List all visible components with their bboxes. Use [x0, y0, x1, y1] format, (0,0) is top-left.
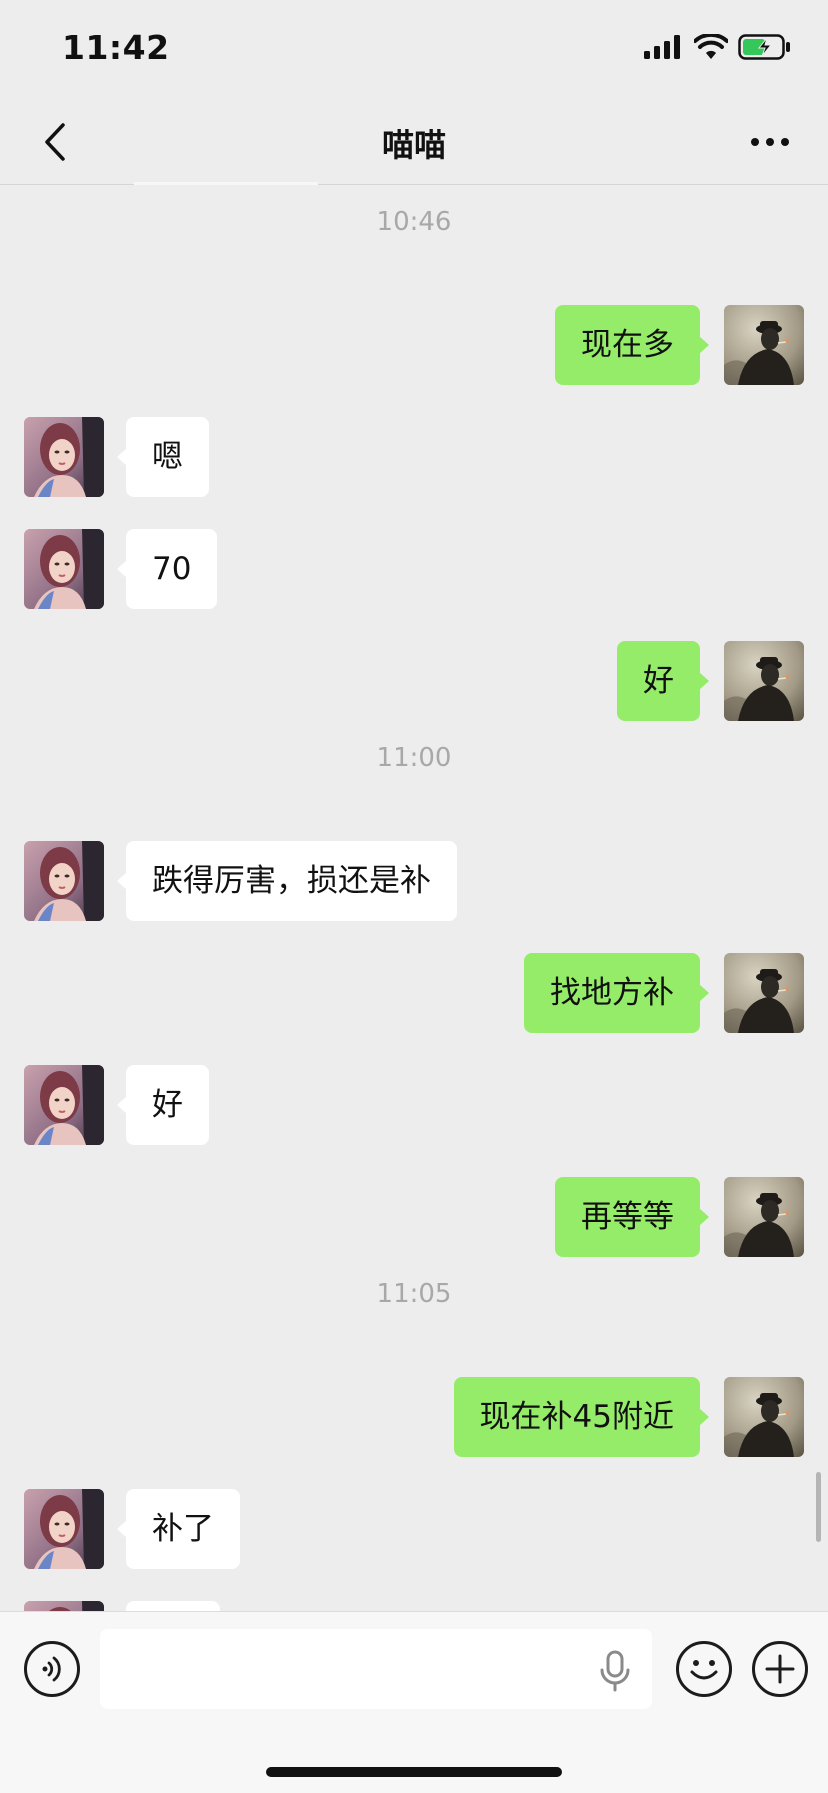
message-bubble[interactable]: 再等等 [555, 1177, 709, 1257]
ellipsis-icon [751, 138, 789, 146]
avatar-self[interactable] [724, 641, 804, 721]
home-indicator [266, 1767, 562, 1777]
avatar-contact[interactable] [24, 529, 104, 609]
message-outgoing: 再等等 [0, 1177, 828, 1257]
message-outgoing: 现在补45附近 [0, 1377, 828, 1457]
signal-icon [644, 35, 684, 63]
message-bubble[interactable] [126, 1601, 220, 1611]
wifi-icon [693, 32, 729, 64]
input-bar [0, 1611, 828, 1793]
avatar-contact[interactable] [24, 1601, 104, 1611]
message-bubble[interactable]: 嗯 [117, 417, 209, 497]
message-outgoing: 好 [0, 641, 828, 721]
message-bubble[interactable]: 好 [617, 641, 709, 721]
timestamp: 10:46 [376, 207, 452, 237]
message-bubble[interactable]: 补了 [117, 1489, 240, 1569]
battery-icon [738, 34, 792, 64]
status-bar: 11:42 [0, 0, 828, 100]
message-bubble[interactable]: 70 [116, 529, 218, 609]
microphone-icon[interactable] [598, 1650, 632, 1692]
avatar-self[interactable] [724, 953, 804, 1033]
avatar-contact[interactable] [24, 1489, 104, 1569]
voice-icon [42, 1656, 61, 1682]
avatar-self[interactable] [724, 1377, 804, 1457]
message-bubble[interactable]: 现在补45附近 [453, 1377, 710, 1457]
status-time: 11:42 [62, 28, 170, 67]
message-incoming-partial [0, 1601, 828, 1611]
chat-title: 喵喵 [381, 126, 446, 164]
chat-area[interactable]: 10:46 现在多 嗯 70 好 11:00 跌得厉害，损还是补 找地方补 好 … [0, 185, 828, 1611]
avatar-self[interactable] [724, 305, 804, 385]
more-button[interactable] [740, 114, 800, 170]
message-input[interactable] [100, 1629, 652, 1709]
message-incoming: 70 [0, 529, 828, 609]
message-bubble[interactable]: 跌得厉害，损还是补 [117, 841, 457, 921]
message-bubble[interactable]: 现在多 [555, 305, 709, 385]
message-outgoing: 现在多 [0, 305, 828, 385]
avatar-contact[interactable] [24, 417, 104, 497]
message-bubble[interactable]: 找地方补 [524, 953, 709, 1033]
plus-icon [765, 1654, 795, 1684]
message-incoming: 跌得厉害，损还是补 [0, 841, 828, 921]
avatar-contact[interactable] [24, 1065, 104, 1145]
status-icons [644, 32, 792, 64]
timestamp: 11:05 [376, 1279, 452, 1309]
message-outgoing: 找地方补 [0, 953, 828, 1033]
message-incoming: 好 [0, 1065, 828, 1145]
scrollbar[interactable] [816, 1472, 821, 1542]
message-incoming: 嗯 [0, 417, 828, 497]
avatar-contact[interactable] [24, 841, 104, 921]
emoji-button[interactable] [676, 1641, 732, 1697]
timestamp: 11:00 [376, 743, 452, 773]
message-bubble[interactable]: 好 [117, 1065, 209, 1145]
emoji-icon [690, 1660, 718, 1680]
nav-bar: 喵喵 [0, 100, 828, 185]
plus-button[interactable] [752, 1641, 808, 1697]
message-incoming: 补了 [0, 1489, 828, 1569]
avatar-self[interactable] [724, 1177, 804, 1257]
voice-toggle-button[interactable] [24, 1641, 80, 1697]
